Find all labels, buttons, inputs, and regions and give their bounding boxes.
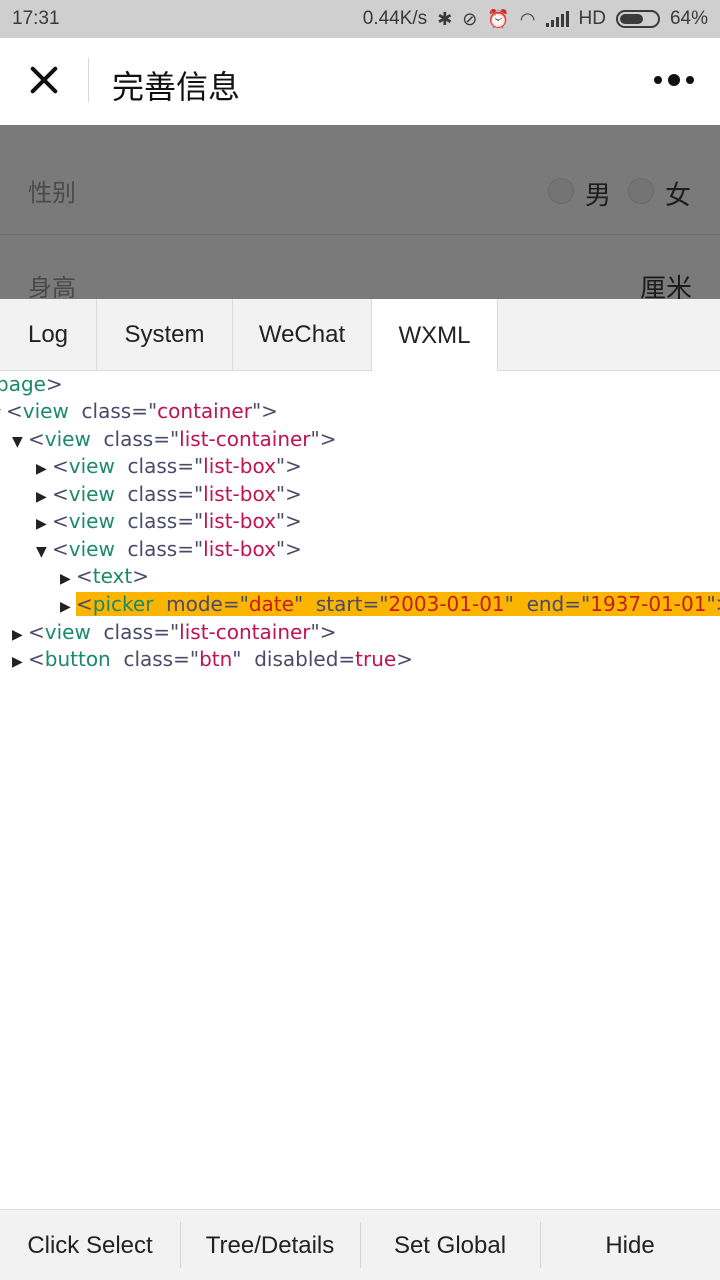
attr-name: class bbox=[127, 482, 178, 506]
tab-wechat[interactable]: WeChat bbox=[233, 299, 372, 371]
form-overlay: 性别 男 女 身高 厘米 bbox=[0, 125, 720, 299]
attr-name: class bbox=[127, 509, 178, 533]
tree-node-list-container[interactable]: ▼ <view class="list-container"> bbox=[12, 426, 337, 452]
attr-value: list-box bbox=[203, 454, 276, 478]
status-bar: 17:31 0.44K/s ✱ ⊘ ⏰ ◠ HD 64% bbox=[0, 0, 720, 38]
more-icon[interactable] bbox=[654, 74, 694, 86]
tree-node-view-container[interactable]: ▼<view class="container"> bbox=[0, 398, 278, 424]
network-speed: 0.44K/s bbox=[362, 8, 428, 29]
page-title: 完善信息 bbox=[112, 69, 241, 105]
collapse-arrow-icon[interactable]: ▶ bbox=[12, 649, 28, 675]
attr-name: class bbox=[103, 620, 154, 644]
male-radio[interactable] bbox=[548, 178, 574, 204]
attr-value: btn bbox=[199, 647, 233, 671]
attr-value: 2003-01-01 bbox=[388, 592, 505, 616]
status-time: 17:31 bbox=[12, 8, 60, 29]
collapse-arrow-icon[interactable]: ▶ bbox=[36, 456, 52, 482]
tree-node-list-box[interactable]: ▶ <view class="list-box"> bbox=[36, 508, 302, 534]
network-type: HD bbox=[578, 8, 606, 29]
tab-log[interactable]: Log bbox=[0, 299, 97, 371]
tag-name: view bbox=[68, 537, 115, 561]
attr-name: start bbox=[315, 592, 363, 616]
attr-value: list-box bbox=[203, 509, 276, 533]
debug-bottom-bar: Click Select Tree/Details Set Global Hid… bbox=[0, 1209, 720, 1280]
expand-arrow-icon[interactable]: ▼ bbox=[36, 539, 52, 565]
gender-row: 性别 男 女 bbox=[0, 125, 720, 235]
title-bar: 完善信息 bbox=[0, 38, 720, 125]
hide-button[interactable]: Hide bbox=[540, 1210, 720, 1280]
collapse-arrow-icon[interactable]: ▶ bbox=[36, 511, 52, 537]
male-label: 男 bbox=[585, 180, 612, 210]
attr-value: 1937-01-01 bbox=[590, 592, 707, 616]
tag-name: view bbox=[22, 399, 69, 423]
attr-name: class bbox=[123, 647, 174, 671]
tree-node-text[interactable]: ▶ <text> bbox=[60, 563, 149, 589]
attr-name: class bbox=[81, 399, 132, 423]
collapse-arrow-icon[interactable]: ▶ bbox=[12, 622, 28, 648]
collapse-arrow-icon[interactable]: ▶ bbox=[60, 566, 76, 592]
tree-node-button[interactable]: ▶ <button class="btn" disabled=true> bbox=[12, 646, 413, 672]
title-divider bbox=[88, 58, 89, 102]
attr-value: list-box bbox=[203, 482, 276, 506]
female-radio[interactable] bbox=[628, 178, 654, 204]
close-icon[interactable] bbox=[22, 58, 66, 102]
attr-value: true bbox=[355, 647, 397, 671]
attr-value: list-box bbox=[203, 537, 276, 561]
attr-value: list-container bbox=[179, 427, 311, 451]
tag-name: picker bbox=[92, 592, 154, 616]
battery-percent: 64% bbox=[669, 8, 708, 29]
tree-node-list-box-expanded[interactable]: ▼ <view class="list-box"> bbox=[36, 536, 302, 562]
tag-name: view bbox=[68, 454, 115, 478]
battery-icon bbox=[615, 10, 660, 28]
tag-name: button bbox=[44, 647, 111, 671]
tree-node-page[interactable]: page> bbox=[0, 371, 63, 397]
attr-value: list-container bbox=[179, 620, 311, 644]
click-select-button[interactable]: Click Select bbox=[0, 1210, 180, 1280]
expand-arrow-icon[interactable]: ▼ bbox=[12, 429, 28, 455]
tree-node-list-box[interactable]: ▶ <view class="list-box"> bbox=[36, 453, 302, 479]
tab-system[interactable]: System bbox=[97, 299, 233, 371]
selected-node-highlight[interactable]: <picker mode="date" start="2003-01-01" e… bbox=[76, 592, 720, 616]
height-unit: 厘米 bbox=[639, 273, 692, 299]
wifi-icon: ◠ bbox=[519, 9, 536, 29]
gender-label: 性别 bbox=[28, 180, 76, 207]
collapse-arrow-icon[interactable]: ▶ bbox=[36, 484, 52, 510]
tag-name: view bbox=[68, 482, 115, 506]
tag-name: view bbox=[44, 620, 91, 644]
height-row: 身高 厘米 bbox=[0, 236, 720, 299]
set-global-button[interactable]: Set Global bbox=[360, 1210, 540, 1280]
attr-name: disabled bbox=[254, 647, 339, 671]
tree-node-picker-selected[interactable]: ▶ <picker mode="date" start="2003-01-01" … bbox=[60, 591, 720, 617]
attr-name: class bbox=[103, 427, 154, 451]
tree-node-list-container-2[interactable]: ▶ <view class="list-container"> bbox=[12, 619, 337, 645]
attr-name: class bbox=[127, 537, 178, 561]
attr-value: date bbox=[248, 592, 294, 616]
attr-name: mode bbox=[166, 592, 223, 616]
female-label: 女 bbox=[665, 180, 692, 210]
tag-name: view bbox=[68, 509, 115, 533]
height-label: 身高 bbox=[28, 275, 76, 299]
wxml-tree: page> ▼<view class="container"> ▼<view c… bbox=[0, 371, 720, 1209]
mute-icon: ⊘ bbox=[462, 9, 478, 29]
tag-name: text bbox=[92, 564, 133, 588]
tag-name: view bbox=[44, 427, 91, 451]
tab-wxml[interactable]: WXML bbox=[372, 299, 498, 372]
tag-name: page bbox=[0, 372, 46, 396]
status-right: 0.44K/s ✱ ⊘ ⏰ ◠ HD 64% bbox=[363, 8, 708, 30]
tree-node-list-box[interactable]: ▶ <view class="list-box"> bbox=[36, 481, 302, 507]
alarm-icon: ⏰ bbox=[487, 9, 510, 29]
debug-tab-bar: Log System WeChat WXML bbox=[0, 299, 720, 372]
signal-icon bbox=[545, 11, 569, 27]
bluetooth-icon: ✱ bbox=[437, 9, 453, 29]
tree-details-button[interactable]: Tree/Details bbox=[180, 1210, 360, 1280]
attr-name: end bbox=[526, 592, 565, 616]
attr-value: container bbox=[157, 399, 252, 423]
attr-name: class bbox=[127, 454, 178, 478]
collapse-arrow-icon[interactable]: ▶ bbox=[60, 594, 76, 620]
